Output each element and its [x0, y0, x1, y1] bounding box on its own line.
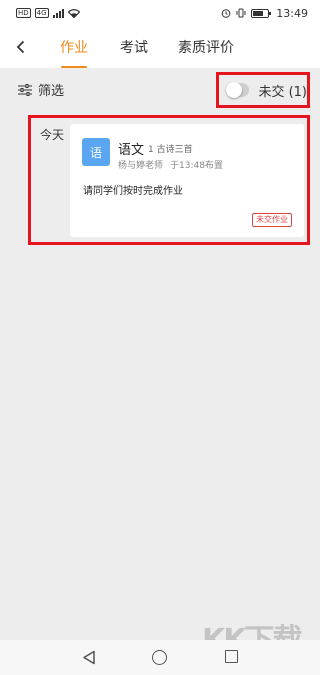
sliders-icon: [18, 83, 32, 96]
top-nav: 作业 考试 素质评价: [0, 26, 320, 68]
status-badge: 未交作业: [252, 213, 292, 227]
tab-homework[interactable]: 作业: [60, 26, 88, 68]
hd-indicator: HD: [16, 8, 31, 18]
back-button[interactable]: [0, 26, 42, 68]
chevron-left-icon: [16, 40, 25, 54]
status-bar-left: HD 4G: [16, 8, 80, 18]
subject-name: 语文: [118, 143, 145, 158]
system-nav-bar: [0, 640, 320, 675]
vibrate-icon: [236, 8, 246, 18]
homework-card[interactable]: 语 语文 1 古诗三首 杨与婷老师 于13:48布置 请同学们按时完成作业 未交作…: [70, 124, 304, 237]
filter-button[interactable]: 筛选: [18, 80, 64, 99]
teacher-name: 杨与婷老师: [118, 161, 164, 171]
unsubmitted-toggle-label: 未交 (1): [258, 84, 307, 100]
status-time: 13:49: [276, 6, 308, 20]
filter-row: 筛选 未交 (1): [0, 68, 320, 112]
nav-back-icon[interactable]: [82, 650, 96, 665]
nav-home-icon[interactable]: [152, 650, 167, 665]
network-type-indicator: 4G: [34, 8, 49, 18]
tab-quality-evaluation[interactable]: 素质评价: [178, 26, 234, 68]
homework-title: 1 古诗三首: [148, 145, 193, 155]
homework-description: 请同学们按时完成作业: [83, 186, 183, 197]
status-bar-right: 13:49: [221, 7, 308, 20]
filter-label: 筛选: [38, 84, 65, 99]
unsubmitted-toggle[interactable]: [226, 82, 250, 98]
signal-icon: [52, 8, 64, 18]
status-bar: HD 4G 13:49: [0, 0, 320, 26]
toggle-knob: [226, 82, 242, 98]
assigned-time: 于13:48布置: [170, 161, 223, 171]
tab-exam[interactable]: 考试: [120, 26, 148, 68]
subject-icon: 语: [82, 138, 110, 166]
day-group-label: 今天: [40, 128, 65, 142]
alarm-icon: [221, 9, 231, 18]
unsubmitted-toggle-highlight: 未交 (1): [216, 72, 310, 108]
wifi-icon: [67, 8, 80, 18]
teacher-line: 杨与婷老师 于13:48布置: [118, 158, 223, 171]
nav-recent-apps-icon[interactable]: [225, 650, 238, 663]
battery-icon: [251, 8, 272, 18]
